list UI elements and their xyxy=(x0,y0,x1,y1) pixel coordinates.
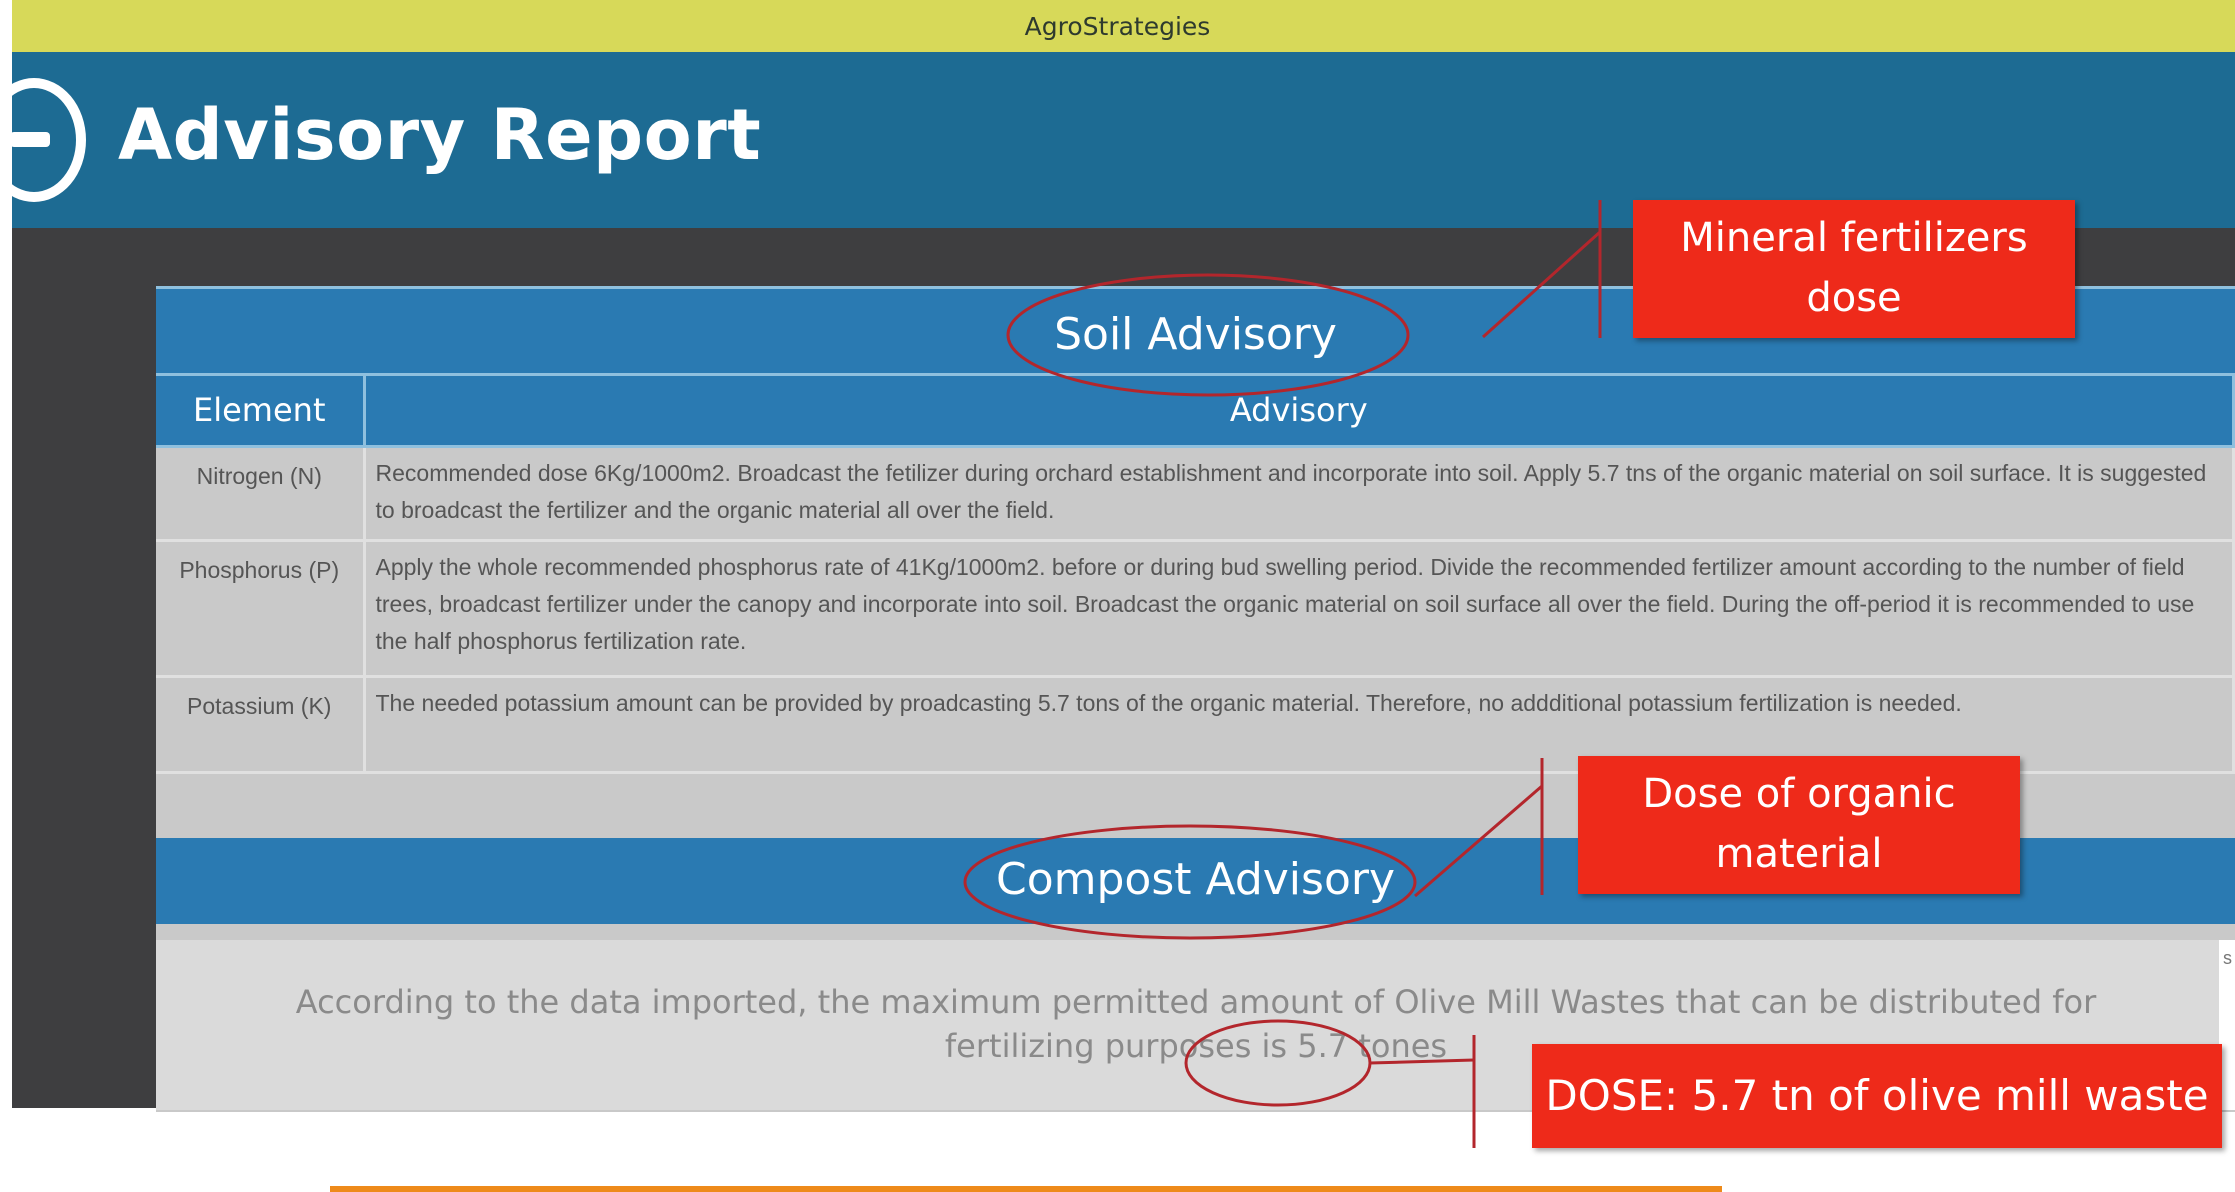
soil-advisory-table: Element Advisory Nitrogen (N) Recommende… xyxy=(156,376,2235,774)
minus-icon xyxy=(10,132,50,147)
element-cell: Nitrogen (N) xyxy=(156,446,366,542)
element-cell: Potassium (K) xyxy=(156,676,366,774)
orange-divider xyxy=(330,1186,1722,1192)
window-titlebar: AgroStrategies xyxy=(12,0,2235,52)
window-title: AgroStrategies xyxy=(1024,11,1211,41)
scroll-glyph: s xyxy=(2223,948,2232,968)
table-header-row: Element Advisory xyxy=(156,376,2235,448)
callout-mineral-fertilizers: Mineral fertilizers dose xyxy=(1633,200,2075,338)
column-header-element: Element xyxy=(156,376,366,448)
advisory-cell: Recommended dose 6Kg/1000m2. Broadcast t… xyxy=(364,446,2235,542)
callout-organic-material: Dose of organic material xyxy=(1578,756,2020,894)
advisory-cell: Apply the whole recommended phosphorus r… xyxy=(364,540,2235,678)
element-cell: Phosphorus (P) xyxy=(156,540,366,678)
table-row: Phosphorus (P) Apply the whole recommend… xyxy=(156,540,2235,678)
page-title: Advisory Report xyxy=(118,94,762,176)
callout-dose: DOSE: 5.7 tn of olive mill waste xyxy=(1532,1044,2222,1148)
table-row: Nitrogen (N) Recommended dose 6Kg/1000m2… xyxy=(156,446,2235,542)
back-button[interactable] xyxy=(0,78,86,202)
column-header-advisory: Advisory xyxy=(364,376,2235,448)
